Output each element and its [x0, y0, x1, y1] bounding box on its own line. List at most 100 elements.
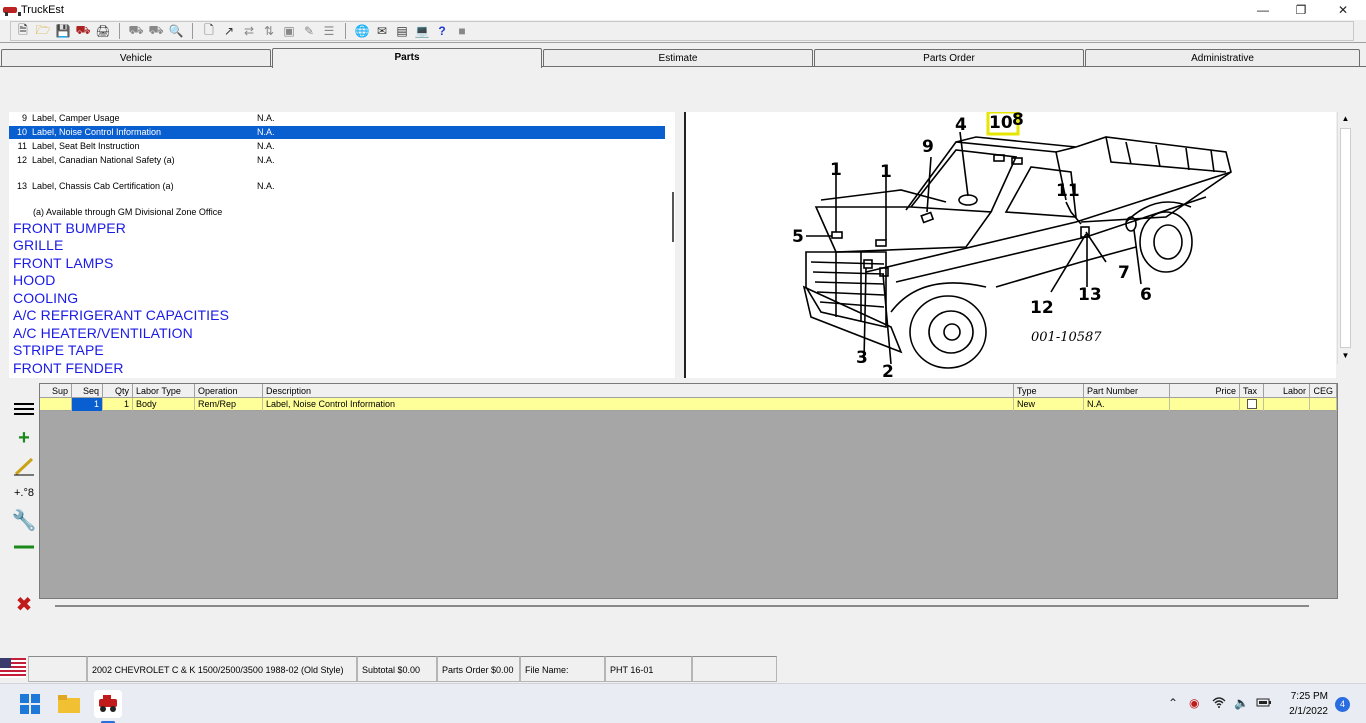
callout-4[interactable]: 4: [955, 117, 967, 134]
part-row[interactable]: 9 Label, Camper Usage N.A.: [9, 112, 665, 125]
col-operation[interactable]: Operation: [195, 384, 263, 398]
car-right-icon[interactable]: ⛟: [146, 22, 166, 40]
section-link-front-lamps[interactable]: FRONT LAMPS: [13, 255, 113, 272]
grid-horizontal-scrollbar[interactable]: [55, 605, 1309, 607]
sort-icon[interactable]: ⇅: [259, 22, 279, 40]
part-row-selected[interactable]: 10 Label, Noise Control Information N.A.: [9, 126, 665, 139]
zoom-icon[interactable]: 🔍: [166, 22, 186, 40]
part-row[interactable]: 12 Label, Canadian National Safety (a) N.A…: [9, 154, 665, 167]
globe-icon[interactable]: 🌐: [352, 22, 372, 40]
print-icon[interactable]: 🖨: [93, 22, 113, 40]
tax-checkbox[interactable]: [1246, 398, 1257, 409]
record-icon[interactable]: ◉: [1189, 696, 1199, 710]
col-labor-type[interactable]: Labor Type: [133, 384, 195, 398]
id-card-icon[interactable]: ▤: [392, 22, 412, 40]
notification-badge[interactable]: 4: [1335, 697, 1350, 712]
col-labor[interactable]: Labor: [1264, 384, 1310, 398]
tab-administrative[interactable]: Administrative: [1085, 49, 1360, 67]
callout-1b[interactable]: 1: [880, 164, 892, 181]
start-icon[interactable]: [16, 690, 44, 718]
callout-7[interactable]: 7: [1118, 265, 1130, 282]
cell-tax[interactable]: [1240, 398, 1264, 411]
col-description[interactable]: Description: [263, 384, 1014, 398]
tab-estimate[interactable]: Estimate: [543, 49, 813, 67]
part-row[interactable]: 13 Label, Chassis Cab Certification (a) N.…: [9, 180, 665, 193]
callout-8[interactable]: 8: [1012, 112, 1024, 129]
save-icon[interactable]: 💾: [53, 22, 73, 40]
scroll-up-icon[interactable]: ▲: [1338, 112, 1353, 126]
image-icon[interactable]: ▣: [279, 22, 299, 40]
col-type[interactable]: Type: [1014, 384, 1084, 398]
cell-seq[interactable]: 1: [72, 398, 103, 411]
callout-5[interactable]: 5: [792, 229, 804, 246]
col-qty[interactable]: Qty: [103, 384, 133, 398]
battery-icon[interactable]: [1256, 696, 1272, 711]
document-icon[interactable]: 🗋: [199, 22, 219, 40]
help-icon[interactable]: ?: [432, 22, 452, 40]
cell-price[interactable]: [1170, 398, 1240, 411]
section-link-ac-heater[interactable]: A/C HEATER/VENTILATION: [13, 325, 193, 342]
scroll-down-icon[interactable]: ▼: [1338, 349, 1353, 363]
export-icon[interactable]: ↗: [219, 22, 239, 40]
close-button[interactable]: ✕: [1320, 0, 1366, 19]
system-clock[interactable]: 7:25 PM 2/1/2022: [1278, 689, 1328, 719]
wifi-icon[interactable]: [1212, 696, 1226, 711]
wrench-icon[interactable]: 🔧: [10, 509, 38, 532]
cell-labor-type[interactable]: Body: [133, 398, 195, 411]
col-price[interactable]: Price: [1170, 384, 1240, 398]
car-left-icon[interactable]: ⛟: [126, 22, 146, 40]
tab-parts-order[interactable]: Parts Order: [814, 49, 1084, 67]
section-link-front-bumper[interactable]: FRONT BUMPER: [13, 220, 126, 237]
callout-6[interactable]: 6: [1140, 287, 1152, 304]
chevron-up-icon[interactable]: ⌃: [1168, 696, 1178, 710]
parts-list-scroll-thumb[interactable]: [672, 192, 674, 242]
col-sup[interactable]: Sup: [40, 384, 72, 398]
mail-icon[interactable]: ✉: [372, 22, 392, 40]
file-explorer-icon[interactable]: [55, 690, 83, 718]
open-folder-icon[interactable]: 🗁: [33, 22, 53, 40]
col-seq[interactable]: Seq: [72, 384, 103, 398]
edit-icon[interactable]: ✎: [299, 22, 319, 40]
callout-1[interactable]: 1: [830, 162, 842, 179]
delete-icon[interactable]: ✖: [10, 593, 38, 616]
callout-3[interactable]: 3: [856, 350, 868, 367]
col-tax[interactable]: Tax: [1240, 384, 1264, 398]
cell-operation[interactable]: Rem/Rep: [195, 398, 263, 411]
cell-sup[interactable]: [40, 398, 72, 411]
truckest-taskbar-icon[interactable]: [94, 690, 122, 718]
computer-icon[interactable]: 💻: [412, 22, 432, 40]
tab-parts[interactable]: Parts: [272, 48, 542, 68]
callout-11[interactable]: 11: [1056, 183, 1080, 200]
callout-12[interactable]: 12: [1030, 300, 1054, 317]
table-row[interactable]: 1 1 Body Rem/Rep Label, Noise Control In…: [40, 398, 1337, 411]
callout-9[interactable]: 9: [922, 139, 934, 156]
section-link-ac-refrigerant[interactable]: A/C REFRIGERANT CAPACITIES: [13, 307, 229, 324]
pencil-icon[interactable]: [10, 455, 38, 477]
callout-10[interactable]: 10: [989, 115, 1013, 132]
section-link-hood[interactable]: HOOD: [13, 272, 55, 289]
col-ceg[interactable]: CEG: [1310, 384, 1337, 398]
callout-2[interactable]: 2: [882, 364, 894, 379]
transfer-icon[interactable]: ⇄: [239, 22, 259, 40]
section-link-stripe-tape[interactable]: STRIPE TAPE: [13, 342, 104, 359]
part-row[interactable]: 11 Label, Seat Belt Instruction N.A.: [9, 140, 665, 153]
callout-13[interactable]: 13: [1078, 287, 1102, 304]
cell-description[interactable]: Label, Noise Control Information: [263, 398, 1014, 411]
maximize-button[interactable]: ❐: [1278, 0, 1324, 19]
truck-icon[interactable]: ⛟: [73, 22, 93, 40]
list-icon[interactable]: ☰: [319, 22, 339, 40]
cell-qty[interactable]: 1: [103, 398, 133, 411]
new-file-icon[interactable]: 🗎: [13, 22, 33, 40]
remove-line-icon[interactable]: [10, 536, 38, 558]
cell-type[interactable]: New: [1014, 398, 1084, 411]
calculate-icon[interactable]: +.°8: [10, 482, 38, 504]
stop-icon[interactable]: ■: [452, 22, 472, 40]
section-link-cooling[interactable]: COOLING: [13, 290, 78, 307]
cell-part-number[interactable]: N.A.: [1084, 398, 1170, 411]
stack-icon[interactable]: [10, 398, 38, 420]
cell-labor[interactable]: [1264, 398, 1310, 411]
diagram-scroll-thumb[interactable]: [1340, 128, 1351, 348]
section-link-grille[interactable]: GRILLE: [13, 237, 63, 254]
diagram-scrollbar[interactable]: ▲ ▼: [1337, 112, 1352, 364]
col-part-number[interactable]: Part Number: [1084, 384, 1170, 398]
